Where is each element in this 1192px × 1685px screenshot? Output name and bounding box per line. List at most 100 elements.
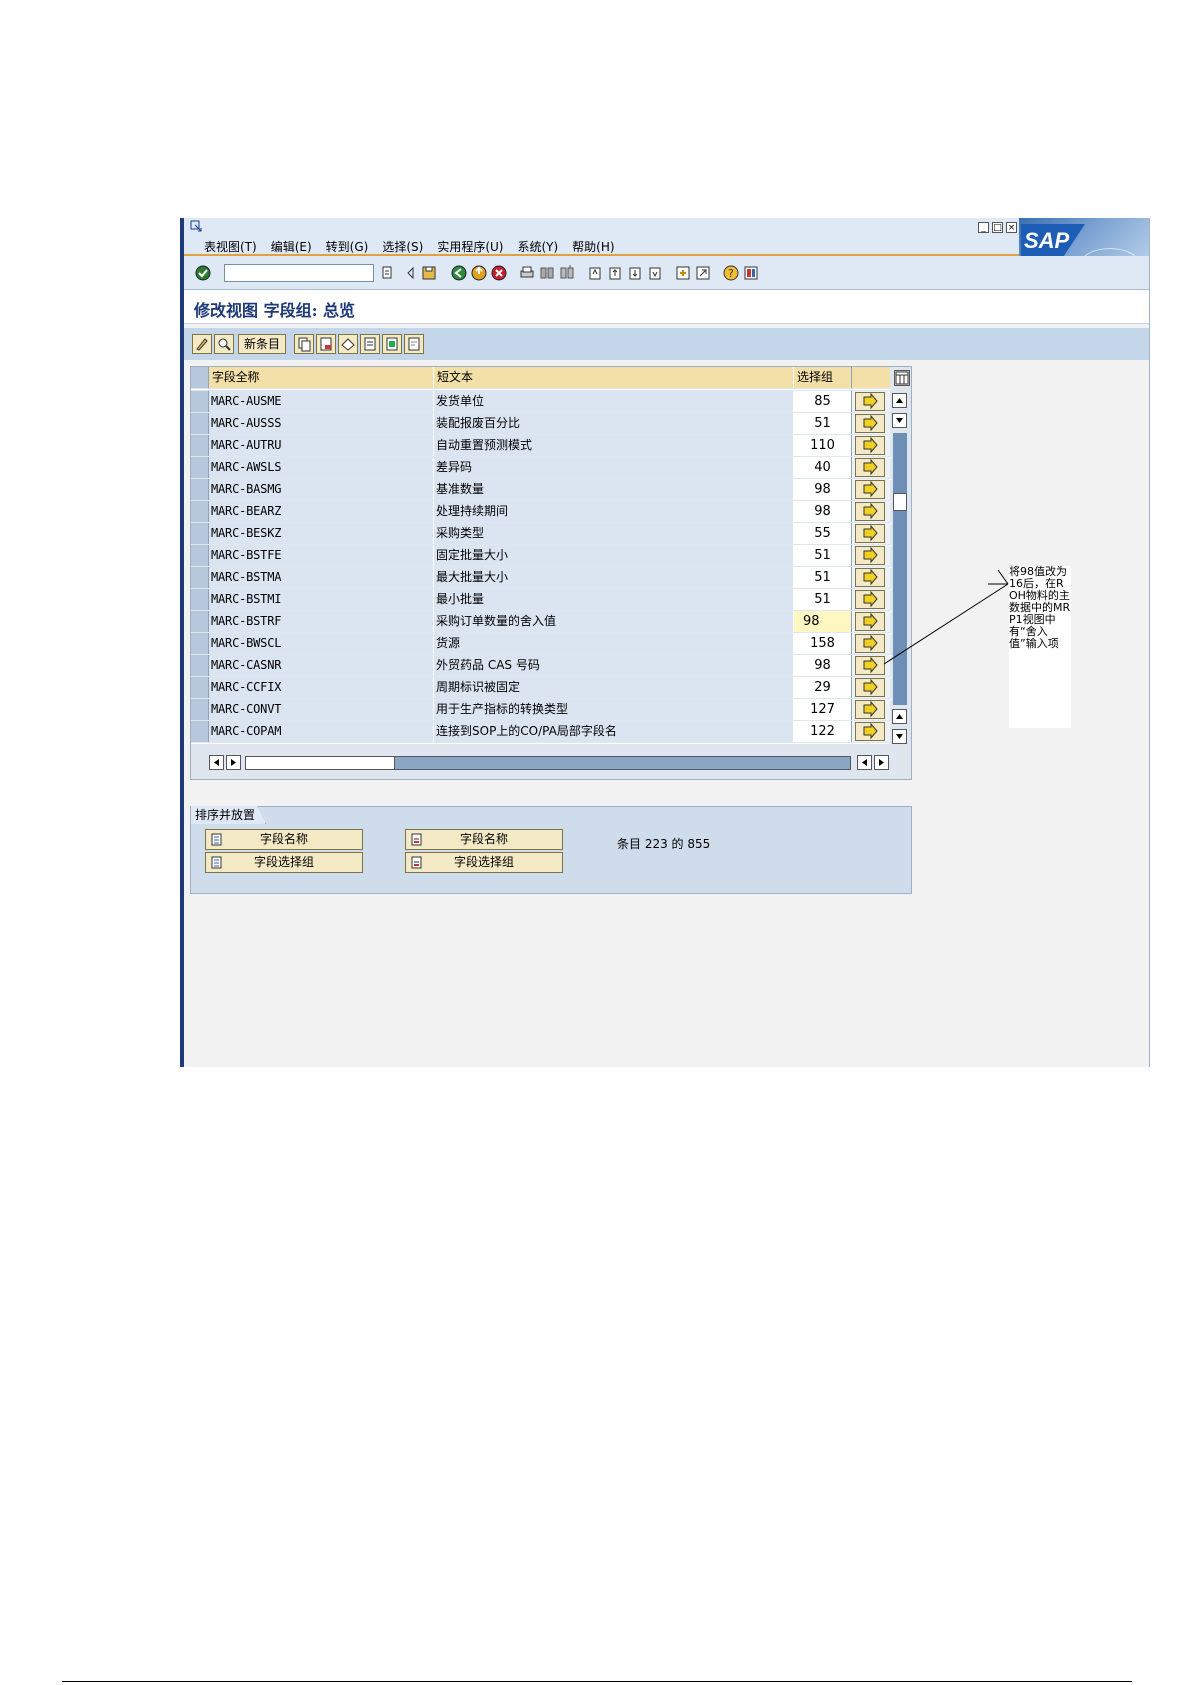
- select-group-input[interactable]: 122: [794, 721, 852, 742]
- undo-change-icon[interactable]: [338, 334, 358, 354]
- details-arrow-button[interactable]: [855, 722, 885, 741]
- menu-select[interactable]: 选择(S): [382, 238, 423, 255]
- menu-edit[interactable]: 编辑(E): [271, 238, 312, 255]
- scroll-right-icon[interactable]: [226, 755, 241, 770]
- maximize-button[interactable]: □: [992, 222, 1003, 233]
- select-group-input[interactable]: 85: [794, 391, 852, 412]
- command-history-icon[interactable]: [378, 264, 396, 282]
- select-group-input[interactable]: 98: [794, 479, 852, 500]
- select-group-input[interactable]: 40: [794, 457, 852, 478]
- details-arrow-button[interactable]: [855, 502, 885, 521]
- select-group-input[interactable]: 110: [794, 435, 852, 456]
- menu-utilities[interactable]: 实用程序(U): [437, 238, 503, 255]
- header-select-group[interactable]: 选择组: [794, 367, 852, 388]
- details-arrow-button[interactable]: [855, 700, 885, 719]
- select-group-input[interactable]: 51: [794, 589, 852, 610]
- vertical-scroll-thumb[interactable]: [893, 493, 907, 511]
- row-selector[interactable]: [191, 677, 209, 698]
- sort-by-field-name-button[interactable]: 字段名称: [205, 829, 363, 850]
- select-group-input[interactable]: 55: [794, 523, 852, 544]
- scroll-left-end-icon[interactable]: [857, 755, 872, 770]
- details-arrow-button[interactable]: [855, 458, 885, 477]
- row-selector[interactable]: [191, 435, 209, 456]
- select-block-icon[interactable]: [382, 334, 402, 354]
- row-selector[interactable]: [191, 655, 209, 676]
- system-menu-icon[interactable]: [190, 220, 202, 235]
- details-arrow-button[interactable]: [855, 436, 885, 455]
- details-arrow-button[interactable]: [855, 414, 885, 433]
- row-selector[interactable]: [191, 589, 209, 610]
- row-selector[interactable]: [191, 633, 209, 654]
- row-selector[interactable]: [191, 479, 209, 500]
- minimize-button[interactable]: _: [978, 222, 989, 233]
- sort-by-field-group-button[interactable]: 字段选择组: [205, 852, 363, 873]
- menu-system[interactable]: 系统(Y): [517, 238, 558, 255]
- exit-icon[interactable]: [470, 264, 488, 282]
- header-short-text[interactable]: 短文本: [434, 367, 794, 388]
- select-group-input[interactable]: 98: [794, 611, 852, 632]
- select-group-input[interactable]: 98: [794, 501, 852, 522]
- menu-table-view[interactable]: 表视图(T): [204, 238, 257, 255]
- last-page-icon[interactable]: [646, 264, 664, 282]
- details-arrow-button[interactable]: [855, 392, 885, 411]
- select-group-input[interactable]: 29: [794, 677, 852, 698]
- select-group-input[interactable]: 51: [794, 545, 852, 566]
- select-group-input[interactable]: 51: [794, 413, 852, 434]
- scroll-down-end-icon[interactable]: [892, 729, 907, 744]
- details-arrow-button[interactable]: [855, 480, 885, 499]
- select-all-cell[interactable]: [191, 367, 209, 388]
- details-arrow-button[interactable]: [855, 678, 885, 697]
- help-icon[interactable]: ?: [722, 264, 740, 282]
- row-selector[interactable]: [191, 391, 209, 412]
- print-icon[interactable]: [518, 264, 536, 282]
- back-icon[interactable]: [450, 264, 468, 282]
- row-selector[interactable]: [191, 457, 209, 478]
- scroll-right-end-icon[interactable]: [874, 755, 889, 770]
- cancel-icon[interactable]: [490, 264, 508, 282]
- header-field-name[interactable]: 字段全称: [209, 367, 434, 388]
- save-icon[interactable]: [420, 264, 438, 282]
- scroll-up-icon[interactable]: [892, 393, 907, 408]
- select-group-input[interactable]: 51: [794, 567, 852, 588]
- position-field-group-button[interactable]: 字段选择组: [405, 852, 563, 873]
- find-icon[interactable]: [538, 264, 556, 282]
- row-selector[interactable]: [191, 567, 209, 588]
- scroll-down-icon[interactable]: [892, 413, 907, 428]
- shortcut-icon[interactable]: [694, 264, 712, 282]
- collapse-arrow-icon[interactable]: [402, 264, 420, 282]
- find-next-icon[interactable]: [558, 264, 576, 282]
- scroll-up-end-icon[interactable]: [892, 709, 907, 724]
- display-magnifier-icon[interactable]: [214, 334, 234, 354]
- row-selector[interactable]: [191, 611, 209, 632]
- row-selector[interactable]: [191, 699, 209, 720]
- row-selector[interactable]: [191, 501, 209, 522]
- menu-help[interactable]: 帮助(H): [572, 238, 614, 255]
- new-entries-button[interactable]: 新条目: [238, 334, 287, 354]
- row-selector[interactable]: [191, 545, 209, 566]
- next-page-icon[interactable]: [626, 264, 644, 282]
- previous-page-icon[interactable]: [606, 264, 624, 282]
- select-group-input[interactable]: 127: [794, 699, 852, 720]
- enter-checkmark-icon[interactable]: [194, 264, 212, 282]
- row-selector[interactable]: [191, 523, 209, 544]
- scroll-left-icon[interactable]: [209, 755, 224, 770]
- create-session-icon[interactable]: [674, 264, 692, 282]
- first-page-icon[interactable]: [586, 264, 604, 282]
- table-settings-icon[interactable]: [894, 370, 910, 386]
- position-field-name-button[interactable]: 字段名称: [405, 829, 563, 850]
- row-selector[interactable]: [191, 413, 209, 434]
- horizontal-scrollbar[interactable]: [209, 755, 909, 771]
- delete-icon[interactable]: [316, 334, 336, 354]
- details-arrow-button[interactable]: [855, 524, 885, 543]
- row-selector[interactable]: [191, 721, 209, 742]
- command-field[interactable]: [224, 264, 374, 282]
- menu-goto[interactable]: 转到(G): [326, 238, 369, 255]
- deselect-all-icon[interactable]: [404, 334, 424, 354]
- select-group-input[interactable]: 158: [794, 633, 852, 654]
- layout-menu-icon[interactable]: [742, 264, 760, 282]
- select-group-input[interactable]: 98: [794, 655, 852, 676]
- close-button[interactable]: ×: [1006, 222, 1017, 233]
- select-all-icon[interactable]: [360, 334, 380, 354]
- horizontal-scroll-thumb[interactable]: [245, 756, 395, 770]
- edit-pencil-icon[interactable]: [192, 334, 212, 354]
